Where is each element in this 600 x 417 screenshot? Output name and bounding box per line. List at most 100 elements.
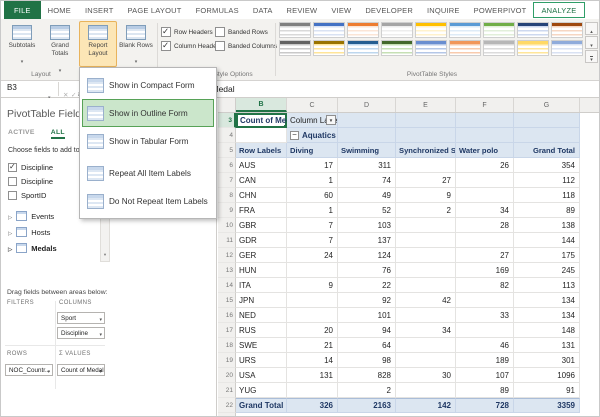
style-option-checkbox[interactable]: Banded Rows (215, 27, 275, 37)
value-cell[interactable]: 9 (396, 188, 456, 203)
row-label-cell[interactable]: HUN (236, 263, 287, 278)
field-list-item[interactable]: Discipline (8, 174, 53, 188)
row-label-cell[interactable]: AUS (236, 158, 287, 173)
field-list-item[interactable]: SportID (8, 188, 53, 202)
row-label-cell[interactable]: GDR (236, 233, 287, 248)
empty-cell[interactable] (236, 128, 287, 143)
collapse-icon[interactable] (290, 130, 299, 140)
value-cell[interactable] (456, 323, 514, 338)
pivot-style-swatch[interactable] (381, 22, 413, 38)
value-cell[interactable] (456, 293, 514, 308)
value-cell[interactable] (396, 353, 456, 368)
ribbon-tab[interactable]: REVIEW (280, 1, 325, 19)
value-cell[interactable]: 189 (456, 353, 514, 368)
value-cell[interactable] (396, 338, 456, 353)
value-cell[interactable] (396, 233, 456, 248)
chevron-down-icon[interactable] (99, 368, 102, 375)
row-label-cell[interactable]: GBR (236, 218, 287, 233)
value-cell[interactable]: 24 (287, 248, 338, 263)
table-list-item[interactable]: Hosts (8, 224, 57, 240)
value-cell[interactable]: 134 (514, 293, 580, 308)
row-header[interactable]: 22 (218, 398, 236, 413)
ribbon-tab[interactable]: VIEW (324, 1, 358, 19)
col-field-swimming[interactable]: Swimming (338, 143, 396, 158)
value-cell[interactable]: 1 (287, 203, 338, 218)
value-cell[interactable] (396, 263, 456, 278)
value-cell[interactable]: 131 (514, 338, 580, 353)
pivot-style-swatch[interactable] (483, 22, 515, 38)
value-cell[interactable] (396, 248, 456, 263)
value-cell[interactable]: 82 (456, 278, 514, 293)
value-cell[interactable]: 2163 (338, 398, 396, 413)
row-label-cell[interactable]: CAN (236, 173, 287, 188)
menu-item[interactable]: Do Not Repeat Item Labels (82, 187, 214, 215)
value-cell[interactable]: 144 (514, 233, 580, 248)
value-cell[interactable] (287, 308, 338, 323)
ribbon-button[interactable]: Report Layout (79, 21, 117, 67)
value-cell[interactable] (456, 233, 514, 248)
value-cell[interactable]: 94 (338, 323, 396, 338)
row-header[interactable]: 9 (218, 203, 236, 218)
value-cell[interactable]: 354 (514, 158, 580, 173)
value-cell[interactable]: 30 (396, 368, 456, 383)
value-cell[interactable]: 20 (287, 323, 338, 338)
row-labels-cell[interactable]: Row Labels (236, 143, 287, 158)
row-header[interactable]: 19 (218, 353, 236, 368)
value-cell[interactable]: 7 (287, 218, 338, 233)
value-cell[interactable]: 49 (338, 188, 396, 203)
value-cell[interactable]: 92 (338, 293, 396, 308)
value-cell[interactable]: 28 (456, 218, 514, 233)
row-header[interactable]: 6 (218, 158, 236, 173)
expand-triangle-icon[interactable] (8, 244, 12, 253)
columns-area-field-sport[interactable]: Sport (57, 312, 105, 324)
row-header[interactable]: 20 (218, 368, 236, 383)
expand-triangle-icon[interactable] (8, 212, 12, 221)
row-header[interactable]: 7 (218, 173, 236, 188)
ribbon-tab[interactable]: POWERPIVOT (467, 1, 534, 19)
value-cell[interactable] (456, 173, 514, 188)
ribbon-tab[interactable]: DEVELOPER (358, 1, 420, 19)
column-labels-cell[interactable]: Column Labels (287, 113, 338, 128)
row-header[interactable]: 12 (218, 248, 236, 263)
ribbon-button[interactable]: Subtotals (3, 21, 41, 67)
column-header[interactable]: B (236, 98, 287, 112)
pivot-style-swatch[interactable] (279, 40, 311, 56)
field-list-item[interactable]: Discipline (8, 160, 53, 174)
pivot-style-swatch[interactable] (483, 40, 515, 56)
row-label-cell[interactable]: YUG (236, 383, 287, 398)
value-cell[interactable]: 64 (338, 338, 396, 353)
col-field-waterpolo[interactable]: Water polo (456, 143, 514, 158)
value-cell[interactable]: 42 (396, 293, 456, 308)
value-cell[interactable]: 17 (287, 158, 338, 173)
ribbon-tab[interactable]: ANALYZE (533, 2, 585, 18)
ribbon-tab[interactable]: HOME (41, 1, 78, 19)
value-cell[interactable]: 89 (514, 203, 580, 218)
empty-cell[interactable] (396, 128, 456, 143)
column-header[interactable]: C (287, 98, 338, 112)
pivot-style-swatch[interactable] (551, 40, 583, 56)
pivot-style-swatch[interactable] (415, 22, 447, 38)
column-header[interactable]: D (338, 98, 396, 112)
column-header[interactable]: F (456, 98, 514, 112)
ribbon-tab[interactable]: DATA (246, 1, 280, 19)
value-cell[interactable] (396, 278, 456, 293)
value-cell[interactable]: 131 (287, 368, 338, 383)
pane-tab[interactable]: ALL (50, 129, 65, 139)
row-header[interactable]: 10 (218, 218, 236, 233)
value-cell[interactable]: 76 (338, 263, 396, 278)
col-field-synchronized[interactable]: Synchronized S. (396, 143, 456, 158)
pivot-style-swatch[interactable] (551, 22, 583, 38)
value-cell[interactable]: 728 (456, 398, 514, 413)
row-label-cell[interactable]: NED (236, 308, 287, 323)
row-header[interactable]: 23 (218, 413, 236, 416)
value-cell[interactable]: 74 (338, 173, 396, 188)
selected-cell-b3[interactable]: Count of Medal (236, 113, 298, 128)
value-cell[interactable]: 124 (338, 248, 396, 263)
grand-total-header[interactable]: Grand Total (514, 143, 580, 158)
pivot-style-swatch[interactable] (517, 40, 549, 56)
group-cell-aquatics[interactable]: Aquatics (287, 128, 338, 143)
value-cell[interactable]: 1 (287, 173, 338, 188)
value-cell[interactable]: 103 (338, 218, 396, 233)
row-label-cell[interactable]: ITA (236, 278, 287, 293)
empty-cell[interactable] (514, 113, 580, 128)
